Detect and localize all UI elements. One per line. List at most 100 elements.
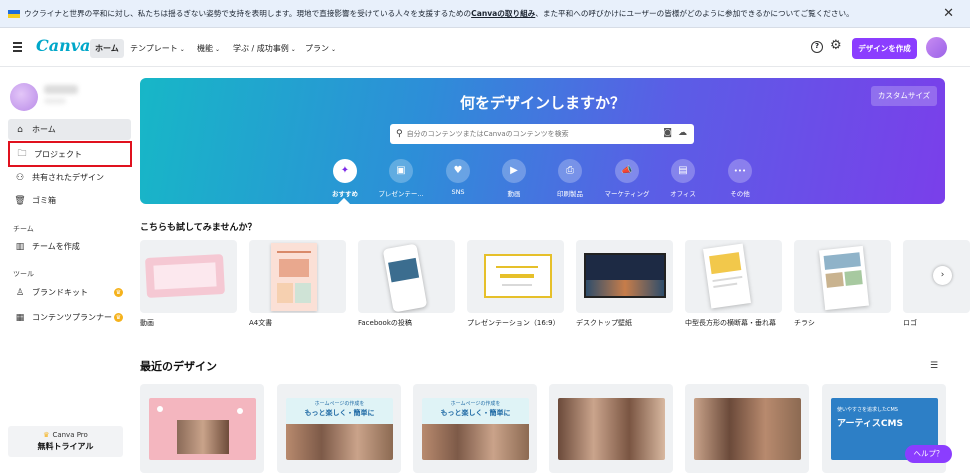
blurred-account-detail	[44, 98, 66, 104]
search-icon: ⚲	[396, 129, 403, 139]
banner-link[interactable]: Canvaの取り組み	[471, 9, 535, 18]
chevron-down-icon: ⌄	[215, 46, 221, 53]
phone-thumbnail	[382, 243, 428, 313]
design-thumbnail	[694, 398, 801, 460]
section-tools-heading: ツール	[13, 270, 34, 278]
chevron-down-icon: ⌄	[290, 46, 296, 53]
canva-logo[interactable]: Canva	[36, 36, 90, 55]
nav-features[interactable]: 機能 ⌄	[193, 39, 224, 58]
slide-thumbnail	[484, 254, 552, 298]
tile-label: Facebookの投稿	[358, 319, 412, 327]
tile-label: A4文書	[249, 319, 273, 327]
template-tile-a4[interactable]	[249, 240, 346, 313]
nav-learn[interactable]: 学ぶ / 成功事例 ⌄	[229, 39, 300, 58]
sidebar-item-trash[interactable]: 🗑 ゴミ箱	[8, 190, 131, 211]
recent-design-card[interactable]: ホームページの作成を もっと楽しく・簡単に	[413, 384, 537, 473]
design-thumbnail	[558, 398, 665, 460]
monitor-thumbnail	[584, 253, 666, 298]
menu-icon[interactable]	[13, 42, 22, 54]
template-tile-desktop-wallpaper[interactable]	[576, 240, 673, 313]
camera-icon[interactable]: ◙	[663, 128, 672, 138]
banner-close-icon[interactable]: ✕	[943, 7, 954, 20]
design-text: もっと楽しく・簡単に	[440, 409, 511, 417]
design-text: もっと楽しく・簡単に	[304, 409, 375, 417]
megaphone-icon: 📣	[615, 159, 639, 183]
active-category-indicator	[336, 197, 352, 204]
design-thumbnail	[149, 398, 256, 460]
banner-thumbnail	[703, 243, 751, 309]
section-team-heading: チーム	[13, 225, 34, 233]
nav-plans[interactable]: プラン ⌄	[301, 39, 340, 58]
nav-plans-label: プラン	[305, 44, 329, 53]
chevron-down-icon: ⌄	[331, 46, 337, 53]
home-icon: ⌂	[17, 124, 23, 135]
blurred-account-name	[44, 85, 78, 94]
sidebar-item-label: チームを作成	[32, 242, 80, 251]
list-view-icon[interactable]: ☰	[930, 361, 938, 371]
sidebar-item-projects[interactable]: 🗀 プロジェクト	[8, 141, 132, 167]
gear-icon[interactable]: ⚙	[830, 38, 842, 53]
upload-icon[interactable]: ☁	[678, 128, 687, 138]
template-tile-presentation[interactable]	[467, 240, 564, 313]
nav-home[interactable]: ホーム	[90, 39, 124, 58]
sidebar-item-brand-kit[interactable]: ♙ ブランドキット ♛	[8, 282, 131, 303]
category-label: その他	[730, 190, 750, 198]
ukraine-flag-icon	[8, 9, 20, 18]
sidebar-item-label: コンテンツプランナー	[32, 313, 112, 322]
help-button[interactable]: ヘルプ？	[905, 445, 952, 463]
tile-label: 中型長方形の横断幕・垂れ幕	[685, 319, 776, 327]
folder-icon: 🗀	[17, 149, 27, 159]
banner-text-before: ウクライナと世界の平和に対し、私たちは揺るぎない姿勢で支持を表明します。現地で直…	[24, 9, 472, 18]
heart-icon: ♥	[446, 159, 470, 183]
flyer-thumbnail	[818, 245, 870, 311]
template-tile-flyer[interactable]	[794, 240, 891, 313]
template-tile-banner[interactable]	[685, 240, 782, 313]
nav-templates[interactable]: テンプレート ⌄	[126, 39, 189, 58]
video-icon: ▶	[502, 159, 526, 183]
nav-learn-label: 学ぶ / 成功事例	[233, 44, 289, 53]
sidebar-avatar[interactable]	[10, 83, 38, 111]
video-thumbnail	[145, 253, 225, 299]
category-more[interactable]: ••• その他	[705, 159, 775, 198]
template-tile-facebook-post[interactable]	[358, 240, 455, 313]
tile-label: プレゼンテーション（16:9）	[467, 319, 560, 327]
design-thumbnail: ホームページの作成を もっと楽しく・簡単に	[286, 398, 393, 460]
sparkle-icon: ✦	[333, 159, 357, 183]
crown-icon: ♛	[43, 431, 50, 439]
banner-text-after: 、また平和への呼びかけにユーザーの皆様がどのように参加できるかについてご覧くださ…	[535, 9, 854, 18]
create-design-button[interactable]: デザインを作成	[852, 38, 917, 59]
recent-design-card[interactable]: ホームページの作成を もっと楽しく・簡単に	[277, 384, 401, 473]
sidebar-item-content-planner[interactable]: ▦ コンテンツプランナー ♛	[8, 307, 131, 328]
a4-thumbnail	[271, 243, 317, 311]
template-tile-video[interactable]	[140, 240, 237, 313]
pro-label: Canva Pro	[52, 431, 88, 439]
sidebar-item-shared[interactable]: ⚇ 共有されたデザイン	[8, 167, 131, 188]
sidebar-item-home[interactable]: ⌂ ホーム	[8, 119, 131, 140]
chevron-down-icon: ⌄	[179, 46, 185, 53]
printer-icon: ⎙	[558, 159, 582, 183]
tile-label: チラシ	[794, 319, 815, 327]
recent-design-card[interactable]	[685, 384, 809, 473]
help-icon[interactable]: ?	[811, 41, 823, 53]
sidebar: ⌂ ホーム 🗀 プロジェクト ⚇ 共有されたデザイン 🗑 ゴミ箱 チーム ▥ チ…	[0, 68, 135, 473]
design-text: アーティスCMS	[837, 419, 903, 429]
more-icon: •••	[728, 159, 752, 183]
search-input[interactable]	[406, 130, 647, 138]
canva-pro-trial[interactable]: ♛ Canva Pro 無料トライアル	[8, 426, 123, 457]
recent-designs-title: 最近のデザイン	[140, 360, 217, 373]
presentation-icon: ▣	[389, 159, 413, 183]
hero-banner: カスタムサイズ 何をデザインしますか？ ⚲ ◙ ☁ ✦ おすすめ ▣ プレゼンテ…	[140, 78, 945, 204]
crown-icon: ♛	[114, 288, 123, 297]
sidebar-item-create-team[interactable]: ▥ チームを作成	[8, 236, 131, 257]
recent-design-card[interactable]	[549, 384, 673, 473]
sidebar-item-label: プロジェクト	[34, 149, 82, 159]
recent-design-card[interactable]	[140, 384, 264, 473]
brand-kit-icon: ♙	[15, 287, 25, 298]
sidebar-item-label: ゴミ箱	[32, 196, 56, 205]
tile-label: 動画	[140, 319, 154, 327]
avatar[interactable]	[926, 37, 947, 58]
announcement-banner: ウクライナと世界の平和に対し、私たちは揺るぎない姿勢で支持を表明します。現地で直…	[0, 0, 970, 28]
nav-features-label: 機能	[197, 44, 213, 53]
carousel-next-button[interactable]: ›	[933, 266, 952, 285]
search-bar[interactable]: ⚲ ◙ ☁	[390, 124, 694, 144]
